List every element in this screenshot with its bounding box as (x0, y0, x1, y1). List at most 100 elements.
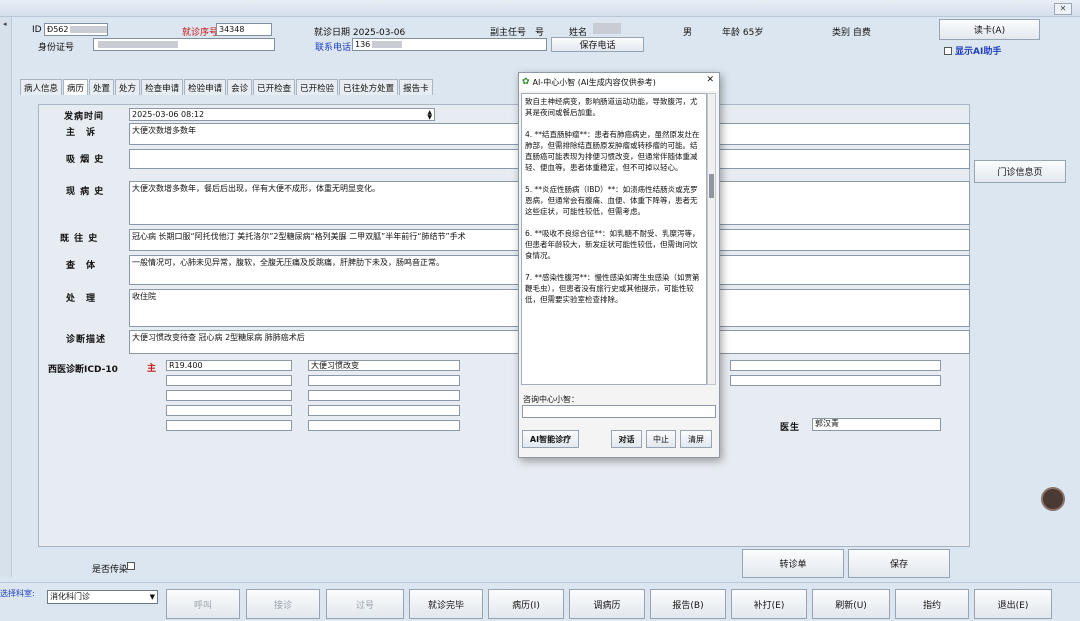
doctor-label: 医生 (780, 423, 801, 433)
left-side-strip (0, 17, 12, 577)
ai-response-paragraph: 6. **吸收不良综合征**：如乳糖不耐受、乳糜泻等，但患者年龄较大，新发症状可… (525, 229, 700, 260)
category-text: 类别 自费 (832, 28, 871, 38)
ai-response-paragraph: 4. **结直肠肿瘤**：患者有肺癌病史，虽然原发灶在肺部，但需排除结直肠原发肿… (525, 130, 700, 172)
tab-lab-request[interactable]: 检验申请 (184, 79, 227, 95)
ai-response-paragraph: 5. **炎症性肠病（IBD）**：如溃疡性结肠炎或克罗恩病，但通常会有腹痛、血… (525, 185, 698, 216)
ai-dialog-title: AI-中心小智 (AI生成内容仅供参考) (532, 77, 656, 87)
show-ai-option[interactable]: 显示AI助手 (944, 44, 1001, 57)
chevron-down-icon[interactable]: ▼ (150, 591, 155, 603)
save-record-button[interactable]: 保存 (848, 549, 950, 578)
id-field[interactable]: Ð562 (44, 23, 108, 36)
ai-avatar-icon[interactable] (1041, 487, 1065, 511)
stop-button[interactable]: 中止 (646, 430, 676, 448)
primary-diagnosis-marker: 主 (147, 364, 157, 374)
tcm-diagnosis-field[interactable] (730, 360, 941, 371)
transfer-button[interactable]: 转诊单 (742, 549, 844, 578)
ai-text-scrollbar[interactable] (707, 93, 716, 385)
phone-field[interactable]: 136 (352, 38, 547, 51)
id-label: ID (32, 25, 42, 35)
tab-ordered-labs[interactable]: 已开检验 (296, 79, 339, 95)
skip-number-button[interactable]: 过号 (326, 589, 404, 619)
ai-response-paragraph: 7. **感染性腹泻**：慢性感染如寄生虫感染（如贾第鞭毛虫），但患者没有旅行史… (525, 273, 700, 304)
retrieve-record-button[interactable]: 调病历 (569, 589, 645, 619)
age-text: 年龄 65岁 (722, 28, 764, 38)
dept-select[interactable]: 消化科门诊 ▼ (47, 590, 158, 604)
collapse-left-icon[interactable]: ◂ (3, 20, 7, 28)
icd-code-field[interactable] (166, 405, 292, 416)
smoking-history-label: 吸 烟 史 (66, 155, 105, 165)
ai-scroll-thumb[interactable] (709, 174, 714, 198)
idcard-field[interactable] (93, 38, 275, 51)
onset-time-label: 发病时间 (64, 112, 105, 122)
physical-exam-label: 查 体 (66, 261, 97, 271)
refresh-button[interactable]: 刷新(U) (812, 589, 890, 619)
window-titlebar: ✕ (0, 0, 1080, 17)
consult-input[interactable] (522, 405, 716, 418)
visit-no-field[interactable]: 34348 (216, 23, 272, 36)
visit-date-text: 就诊日期 2025-03-06 (314, 28, 406, 38)
exit-button[interactable]: 退出(E) (974, 589, 1052, 619)
tab-consultation[interactable]: 会诊 (227, 79, 253, 95)
window-close-button[interactable]: ✕ (1054, 3, 1072, 15)
ai-dialog-close-button[interactable]: ✕ (706, 75, 714, 85)
tab-report-card[interactable]: 报告卡 (399, 79, 433, 95)
tab-exam-request[interactable]: 检查申请 (141, 79, 184, 95)
clinic-info-button[interactable]: 门诊信息页 (974, 160, 1066, 183)
icd-name-field[interactable]: 大便习惯改变 (308, 360, 460, 371)
icd-name-field[interactable] (308, 390, 460, 401)
icd-code-field[interactable] (166, 390, 292, 401)
dept-label: 选择科室: (0, 589, 35, 598)
ai-dialog-titlebar: ✿ AI-中心小智 (AI生成内容仅供参考) ✕ (519, 73, 719, 91)
tab-ordered-exams[interactable]: 已开检查 (253, 79, 296, 95)
infectious-label: 是否传染 (92, 565, 129, 575)
phone-label: 联系电话 (315, 43, 352, 53)
tcm-diagnosis-field[interactable] (730, 375, 941, 386)
medical-record-button[interactable]: 病历(I) (488, 589, 564, 619)
onset-time-field[interactable]: 2025-03-06 08:12 ▲ ▼ (129, 108, 435, 121)
consult-label: 咨询中心小智： (523, 395, 579, 404)
name-value-redacted (593, 23, 621, 34)
gender-text: 男 (683, 28, 693, 38)
ai-assistant-dialog: ✿ AI-中心小智 (AI生成内容仅供参考) ✕ 致自主神经病变，影响肠道运动功… (518, 72, 720, 458)
receive-button[interactable]: 接诊 (246, 589, 320, 619)
read-card-button[interactable]: 读卡(A) (939, 19, 1040, 40)
ai-smart-diagnosis-button[interactable]: AI智能诊疗 (522, 430, 579, 448)
spin-arrows-icon[interactable]: ▲ ▼ (427, 110, 432, 121)
icd-code-field[interactable]: R19.400 (166, 360, 292, 371)
chief-complaint-label: 主 诉 (66, 128, 97, 138)
treatment-label: 处 理 (66, 294, 97, 304)
present-illness-label: 现 病 史 (66, 187, 105, 197)
icd-name-field[interactable] (308, 405, 460, 416)
visit-no-label: 就诊序号 (182, 28, 219, 38)
infectious-checkbox[interactable] (127, 562, 135, 570)
ai-app-icon: ✿ (522, 77, 530, 87)
dialog-button[interactable]: 对话 (611, 430, 642, 448)
icd-code-field[interactable] (166, 420, 292, 431)
clear-screen-button[interactable]: 清屏 (680, 430, 712, 448)
ai-response-text[interactable]: 致自主神经病变，影响肠道运动功能，导致腹泻，尤其是夜间或餐后加重。 4. **结… (521, 93, 707, 385)
show-ai-label: 显示AI助手 (955, 47, 1002, 57)
call-button[interactable]: 呼叫 (166, 589, 240, 619)
tab-disposal[interactable]: 处置 (89, 79, 115, 95)
diagnosis-desc-label: 诊断描述 (66, 335, 107, 345)
tab-prescription[interactable]: 处方 (115, 79, 141, 95)
doctor-field[interactable]: 郭汉青 (812, 418, 941, 431)
past-history-label: 既 往 史 (60, 234, 99, 244)
tab-patient-info[interactable]: 病人信息 (20, 79, 63, 95)
icd-name-field[interactable] (308, 375, 460, 386)
show-ai-checkbox[interactable] (944, 46, 952, 55)
ai-response-paragraph: 致自主神经病变，影响肠道运动功能，导致腹泻，尤其是夜间或餐后加重。 (525, 97, 698, 117)
tab-medical-record[interactable]: 病历 (63, 79, 89, 95)
doctor-title-text: 副主任号 号 (490, 28, 545, 38)
icd-name-field[interactable] (308, 420, 460, 431)
save-phone-button[interactable]: 保存电话 (551, 37, 644, 52)
idcard-label: 身份证号 (38, 43, 75, 53)
reprint-button[interactable]: 补打(E) (731, 589, 807, 619)
icd10-label: 西医诊断ICD-10 (48, 365, 118, 375)
tab-bar: 病人信息 病历 处置 处方 检查申请 检验申请 会诊 已开检查 已开检验 已往处… (20, 79, 434, 95)
icd-code-field[interactable] (166, 375, 292, 386)
report-button[interactable]: 报告(B) (650, 589, 726, 619)
visit-complete-button[interactable]: 就诊完毕 (409, 589, 483, 619)
tab-past-prescriptions[interactable]: 已往处方处置 (339, 79, 399, 95)
appointment-button[interactable]: 指约 (895, 589, 969, 619)
